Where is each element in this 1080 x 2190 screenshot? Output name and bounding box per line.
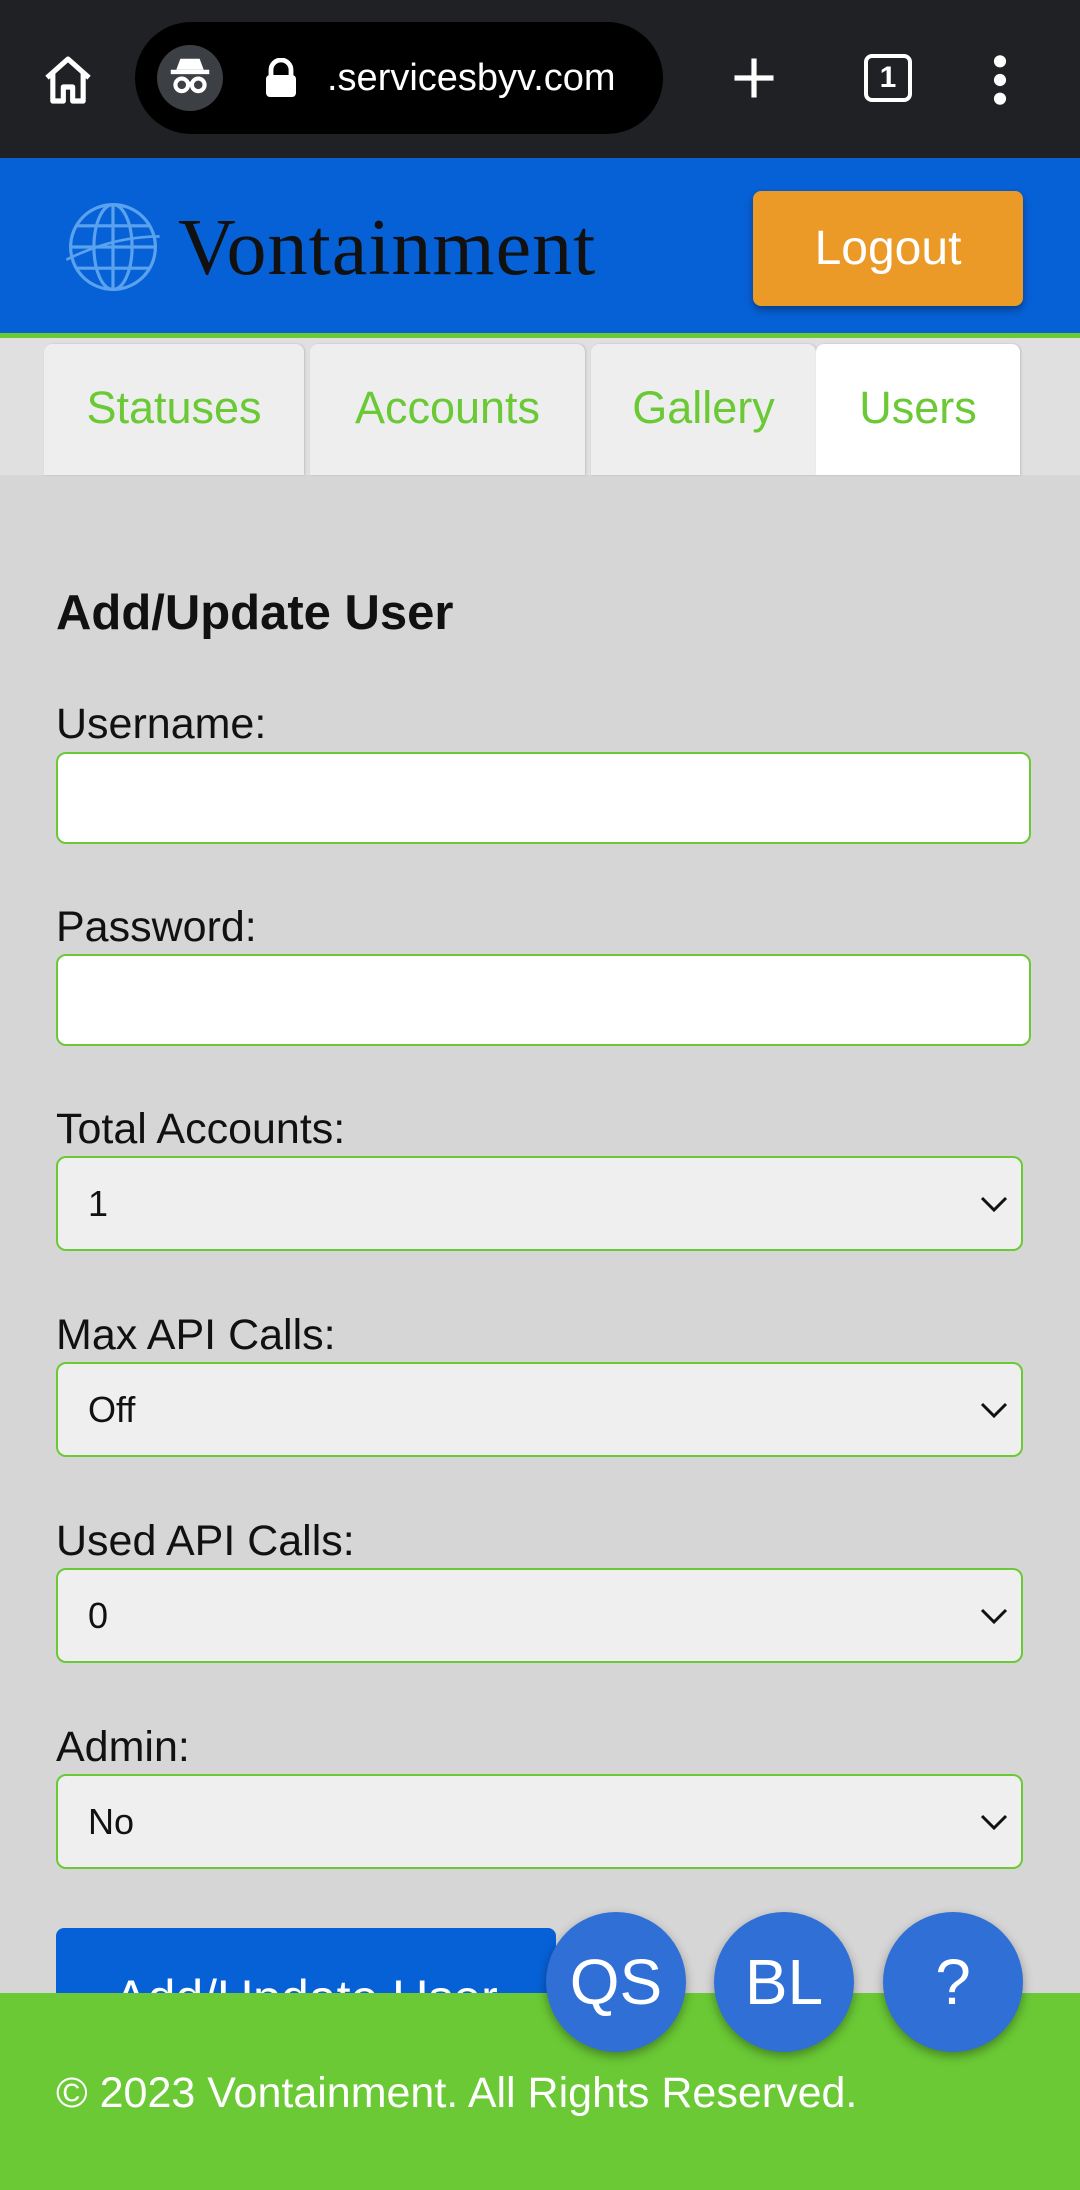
chevron-down-icon <box>980 1814 1008 1831</box>
total-accounts-select[interactable]: 1 <box>56 1156 1023 1251</box>
used-api-calls-value: 0 <box>88 1595 109 1636</box>
password-label: Password: <box>56 903 257 951</box>
site-logo-text: Vontainment <box>178 204 597 292</box>
copyright-text: © 2023 Vontainment. All Rights Reserved. <box>56 2069 858 2117</box>
logout-button[interactable]: Logout <box>753 191 1023 306</box>
lock-icon <box>266 58 296 97</box>
admin-label: Admin: <box>56 1723 190 1771</box>
admin-select[interactable]: No <box>56 1774 1023 1869</box>
qs-button[interactable]: QS <box>546 1912 686 2052</box>
total-accounts-label: Total Accounts: <box>56 1105 346 1153</box>
new-tab-icon[interactable] <box>728 52 780 104</box>
used-api-calls-label: Used API Calls: <box>56 1517 355 1565</box>
site-header: Vontainment Logout <box>0 158 1080 338</box>
tab-gallery[interactable]: Gallery <box>591 344 816 475</box>
browser-toolbar: .servicesbyv.com 1 <box>0 0 1080 158</box>
address-bar[interactable]: .servicesbyv.com <box>135 22 663 134</box>
max-api-calls-label: Max API Calls: <box>56 1311 336 1359</box>
username-field[interactable] <box>56 752 1031 844</box>
password-field[interactable] <box>56 954 1031 1046</box>
username-label: Username: <box>56 700 267 748</box>
nav-tabs: Statuses Accounts Gallery Users <box>0 338 1080 475</box>
chevron-down-icon <box>980 1608 1008 1625</box>
tab-switcher-button[interactable]: 1 <box>864 54 912 102</box>
incognito-icon[interactable] <box>157 45 223 111</box>
more-options-icon[interactable] <box>990 52 1010 108</box>
form-heading: Add/Update User <box>56 586 454 640</box>
globe-logo-icon <box>65 203 160 291</box>
chevron-down-icon <box>980 1196 1008 1213</box>
url-text[interactable]: .servicesbyv.com <box>327 52 616 104</box>
admin-value: No <box>88 1801 135 1842</box>
home-icon[interactable] <box>40 52 96 108</box>
max-api-calls-value: Off <box>88 1389 136 1430</box>
tab-users[interactable]: Users <box>816 344 1020 475</box>
bl-button[interactable]: BL <box>714 1912 854 2052</box>
help-button[interactable]: ? <box>883 1912 1023 2052</box>
tab-statuses[interactable]: Statuses <box>44 344 304 475</box>
used-api-calls-select[interactable]: 0 <box>56 1568 1023 1663</box>
total-accounts-value: 1 <box>88 1183 109 1224</box>
max-api-calls-select[interactable]: Off <box>56 1362 1023 1457</box>
tab-accounts[interactable]: Accounts <box>310 344 585 475</box>
chevron-down-icon <box>980 1402 1008 1419</box>
